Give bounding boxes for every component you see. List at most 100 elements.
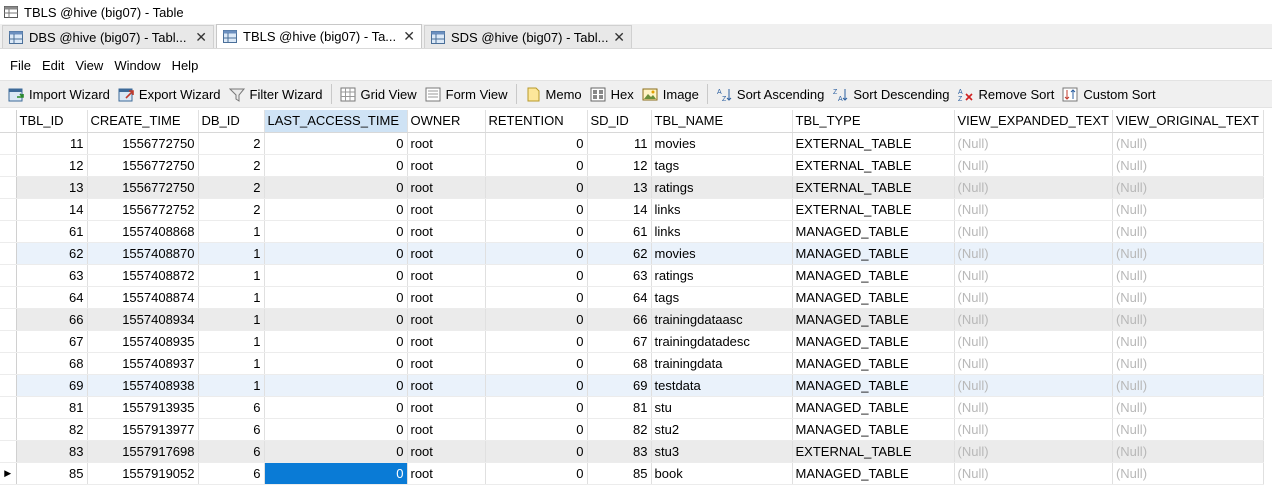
cell-retention[interactable]: 0 bbox=[485, 374, 588, 397]
row-indicator[interactable] bbox=[0, 176, 17, 199]
cell-create-time[interactable]: 1557408872 bbox=[87, 264, 199, 287]
cell-tbl-name[interactable]: movies bbox=[651, 132, 793, 155]
cell-db-id[interactable]: 1 bbox=[198, 352, 265, 375]
import-wizard-button[interactable]: Import Wizard bbox=[4, 83, 114, 105]
cell-retention[interactable]: 0 bbox=[485, 462, 588, 485]
cell-owner[interactable]: root bbox=[407, 132, 486, 155]
cell-view-expanded-text[interactable]: (Null) bbox=[954, 440, 1113, 463]
column-header-retention[interactable]: RETENTION bbox=[485, 110, 588, 133]
cell-tbl-id[interactable]: 11 bbox=[16, 132, 88, 155]
sort-ascending-button[interactable]: A Z Sort Ascending bbox=[712, 83, 828, 105]
cell-db-id[interactable]: 1 bbox=[198, 220, 265, 243]
close-icon[interactable]: ✕ bbox=[195, 29, 207, 46]
cell-last-access-time[interactable]: 0 bbox=[264, 462, 408, 485]
table-row[interactable]: 64 1557408874 1 0 root 0 64 tags MANAGED_TABLE (N… bbox=[0, 286, 1264, 309]
cell-view-original-text[interactable]: (Null) bbox=[1112, 132, 1264, 155]
cell-tbl-name[interactable]: tags bbox=[651, 154, 793, 177]
cell-sd-id[interactable]: 63 bbox=[587, 264, 652, 287]
cell-tbl-id[interactable]: 62 bbox=[16, 242, 88, 265]
table-row[interactable]: 63 1557408872 1 0 root 0 63 ratings MANAGED_TABL… bbox=[0, 264, 1264, 287]
cell-sd-id[interactable]: 62 bbox=[587, 242, 652, 265]
table-row[interactable]: 83 1557917698 6 0 root 0 83 stu3 EXTERNAL_TABLE(… bbox=[0, 440, 1264, 463]
cell-db-id[interactable]: 2 bbox=[198, 198, 265, 221]
cell-create-time[interactable]: 1556772752 bbox=[87, 198, 199, 221]
row-indicator[interactable] bbox=[0, 154, 17, 177]
menu-help[interactable]: Help bbox=[167, 58, 204, 73]
cell-owner[interactable]: root bbox=[407, 462, 486, 485]
cell-sd-id[interactable]: 66 bbox=[587, 308, 652, 331]
menu-edit[interactable]: Edit bbox=[37, 58, 69, 73]
cell-view-original-text[interactable]: (Null) bbox=[1112, 374, 1264, 397]
cell-retention[interactable]: 0 bbox=[485, 286, 588, 309]
cell-view-expanded-text[interactable]: (Null) bbox=[954, 396, 1113, 419]
table-row[interactable]: 82 1557913977 6 0 root 0 82 stu2 MANAGED_TABLE (N… bbox=[0, 418, 1264, 441]
cell-last-access-time[interactable]: 0 bbox=[264, 198, 408, 221]
cell-view-original-text[interactable]: (Null) bbox=[1112, 176, 1264, 199]
table-row[interactable]: 66 1557408934 1 0 root 0 66 trainingdataasc MANA… bbox=[0, 308, 1264, 331]
cell-tbl-id[interactable]: 68 bbox=[16, 352, 88, 375]
sort-descending-button[interactable]: Z A Sort Descending bbox=[828, 83, 953, 105]
cell-view-expanded-text[interactable]: (Null) bbox=[954, 220, 1113, 243]
cell-tbl-name[interactable]: trainingdatadesc bbox=[651, 330, 793, 353]
cell-view-original-text[interactable]: (Null) bbox=[1112, 462, 1264, 485]
cell-view-expanded-text[interactable]: (Null) bbox=[954, 418, 1113, 441]
column-header-tbl-name[interactable]: TBL_NAME bbox=[651, 110, 793, 133]
cell-view-original-text[interactable]: (Null) bbox=[1112, 264, 1264, 287]
row-indicator[interactable] bbox=[0, 352, 17, 375]
menu-file[interactable]: File bbox=[5, 58, 36, 73]
cell-tbl-name[interactable]: movies bbox=[651, 242, 793, 265]
cell-view-original-text[interactable]: (Null) bbox=[1112, 396, 1264, 419]
cell-db-id[interactable]: 1 bbox=[198, 242, 265, 265]
cell-tbl-id[interactable]: 13 bbox=[16, 176, 88, 199]
cell-tbl-name[interactable]: links bbox=[651, 198, 793, 221]
column-header-tbl-id[interactable]: TBL_ID bbox=[16, 110, 88, 133]
cell-view-original-text[interactable]: (Null) bbox=[1112, 242, 1264, 265]
menu-window[interactable]: Window bbox=[109, 58, 165, 73]
table-row[interactable]: 14 1556772752 2 0 root 0 14 links EXTERNAL_TABLE… bbox=[0, 198, 1264, 221]
cell-view-expanded-text[interactable]: (Null) bbox=[954, 198, 1113, 221]
cell-create-time[interactable]: 1557919052 bbox=[87, 462, 199, 485]
cell-sd-id[interactable]: 68 bbox=[587, 352, 652, 375]
cell-owner[interactable]: root bbox=[407, 330, 486, 353]
cell-last-access-time[interactable]: 0 bbox=[264, 418, 408, 441]
cell-tbl-type[interactable]: EXTERNAL_TABLE bbox=[792, 440, 955, 463]
cell-owner[interactable]: root bbox=[407, 242, 486, 265]
cell-tbl-id[interactable]: 66 bbox=[16, 308, 88, 331]
table-row[interactable]: 67 1557408935 1 0 root 0 67 trainingdatadesc MAN… bbox=[0, 330, 1264, 353]
row-indicator[interactable] bbox=[0, 220, 17, 243]
cell-db-id[interactable]: 1 bbox=[198, 330, 265, 353]
cell-db-id[interactable]: 1 bbox=[198, 264, 265, 287]
table-row[interactable]: 81 1557913935 6 0 root 0 81 stu MANAGED_TABLE (Nu… bbox=[0, 396, 1264, 419]
cell-tbl-type[interactable]: MANAGED_TABLE bbox=[792, 242, 955, 265]
cell-view-original-text[interactable]: (Null) bbox=[1112, 220, 1264, 243]
cell-last-access-time[interactable]: 0 bbox=[264, 132, 408, 155]
cell-tbl-type[interactable]: MANAGED_TABLE bbox=[792, 286, 955, 309]
remove-sort-button[interactable]: A Z Remove Sort bbox=[953, 83, 1058, 105]
cell-create-time[interactable]: 1557408870 bbox=[87, 242, 199, 265]
image-button[interactable]: Image bbox=[638, 83, 703, 105]
cell-last-access-time[interactable]: 0 bbox=[264, 154, 408, 177]
menu-view[interactable]: View bbox=[70, 58, 108, 73]
cell-view-original-text[interactable]: (Null) bbox=[1112, 154, 1264, 177]
cell-last-access-time[interactable]: 0 bbox=[264, 242, 408, 265]
cell-owner[interactable]: root bbox=[407, 308, 486, 331]
cell-tbl-type[interactable]: MANAGED_TABLE bbox=[792, 374, 955, 397]
cell-view-expanded-text[interactable]: (Null) bbox=[954, 462, 1113, 485]
cell-sd-id[interactable]: 14 bbox=[587, 198, 652, 221]
cell-tbl-name[interactable]: stu3 bbox=[651, 440, 793, 463]
cell-view-original-text[interactable]: (Null) bbox=[1112, 440, 1264, 463]
table-row[interactable]: 61 1557408868 1 0 root 0 61 links MANAGED_TABLE(… bbox=[0, 220, 1264, 243]
cell-retention[interactable]: 0 bbox=[485, 176, 588, 199]
column-header-last-access-time[interactable]: LAST_ACCESS_TIME bbox=[264, 110, 408, 133]
cell-tbl-name[interactable]: links bbox=[651, 220, 793, 243]
cell-tbl-id[interactable]: 63 bbox=[16, 264, 88, 287]
cell-tbl-type[interactable]: MANAGED_TABLE bbox=[792, 330, 955, 353]
cell-view-expanded-text[interactable]: (Null) bbox=[954, 132, 1113, 155]
row-indicator[interactable] bbox=[0, 440, 17, 463]
cell-owner[interactable]: root bbox=[407, 286, 486, 309]
row-indicator[interactable] bbox=[0, 242, 17, 265]
table-row[interactable]: 11 1556772750 2 0 root 0 11 movies EXTERNAL_TABL… bbox=[0, 132, 1264, 155]
cell-tbl-name[interactable]: ratings bbox=[651, 264, 793, 287]
cell-tbl-type[interactable]: MANAGED_TABLE bbox=[792, 264, 955, 287]
cell-view-expanded-text[interactable]: (Null) bbox=[954, 242, 1113, 265]
